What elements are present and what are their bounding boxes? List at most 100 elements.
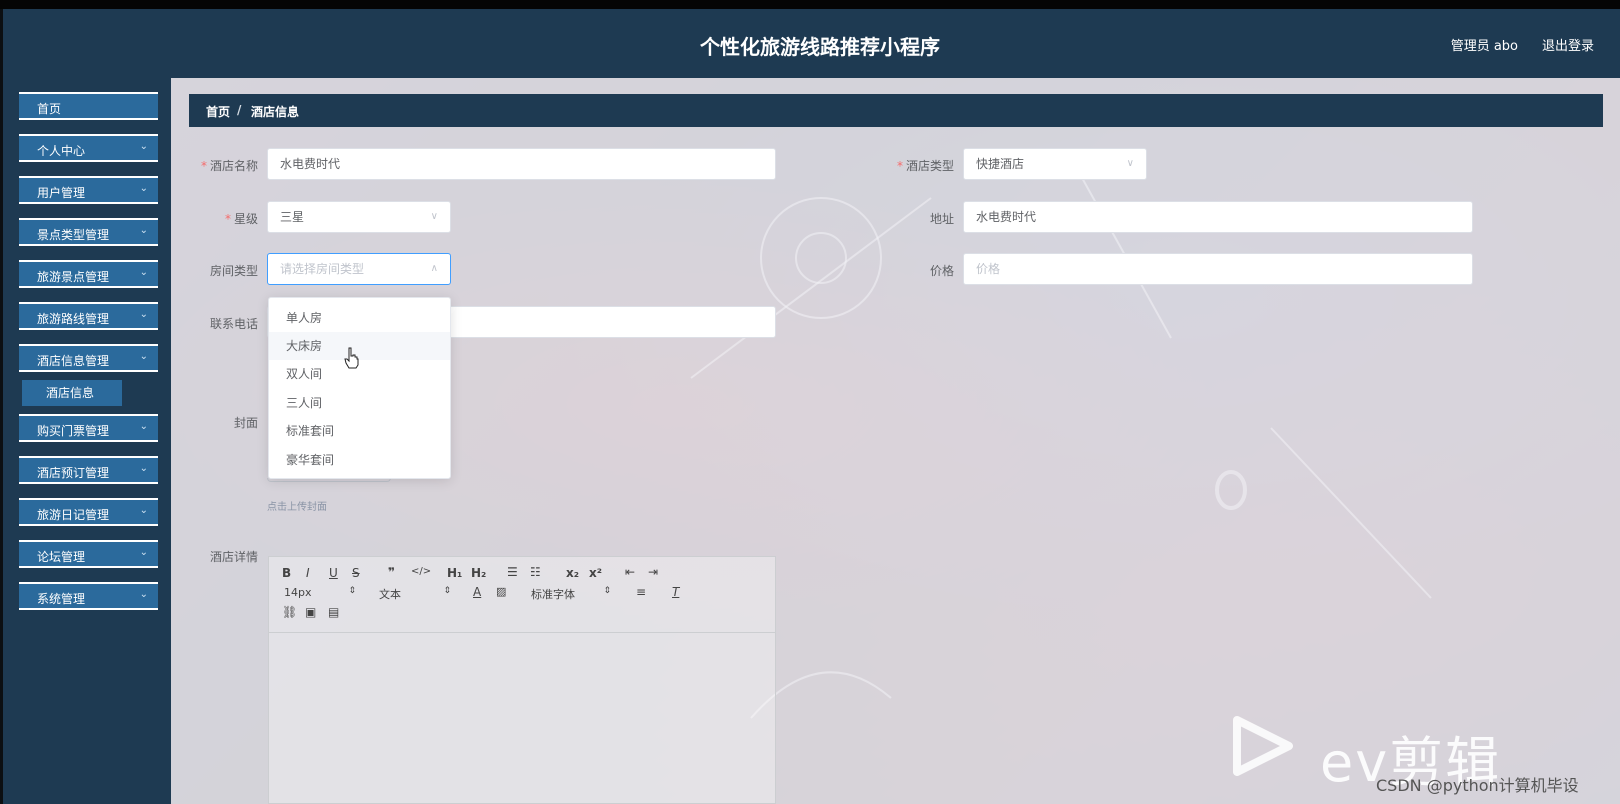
logout-link[interactable]: 退出登录 (1542, 35, 1594, 54)
star-label: * 星级 (190, 210, 258, 227)
indent-icon[interactable]: ⇥ (648, 565, 658, 579)
sidebar-item-forum-management[interactable]: 论坛管理 ⌄ (19, 536, 158, 572)
label-text: 酒店类型 (905, 159, 954, 173)
heading2-icon[interactable]: H₂ (471, 566, 486, 580)
chevron-down-icon: ∨ (1126, 158, 1134, 169)
underline-icon[interactable]: U (329, 566, 338, 580)
chevron-down-icon: ⌄ (139, 505, 148, 516)
hotel-type-select[interactable]: 快捷酒店 ∨ (963, 148, 1147, 180)
breadcrumb-current: 酒店信息 (251, 105, 300, 119)
star-value: 三星 (280, 210, 305, 224)
sidebar-item-attraction-type-management[interactable]: 景点类型管理 ⌄ (19, 214, 158, 250)
image-icon[interactable]: ▣ (305, 605, 316, 619)
bold-icon[interactable]: B (282, 566, 291, 580)
chevron-down-icon: ⌄ (139, 225, 148, 236)
sidebar-item-label: 购买门票管理 (37, 424, 110, 438)
sidebar-item-personal-center[interactable]: 个人中心 ⌄ (19, 130, 158, 166)
sidebar-item-label: 首页 (37, 102, 62, 116)
hotel-name-label: * 酒店名称 (190, 157, 258, 174)
top-black-bar (0, 0, 1620, 9)
sidebar-item-label: 旅游日记管理 (37, 508, 110, 522)
chevron-down-icon: ⌄ (139, 589, 148, 600)
app-title: 个性化旅游线路推荐小程序 (700, 35, 940, 59)
sidebar-item-user-management[interactable]: 用户管理 ⌄ (19, 172, 158, 208)
breadcrumb-home[interactable]: 首页 (206, 103, 230, 120)
font-size-select[interactable]: 14px ⇕ (284, 586, 356, 600)
details-label: 酒店详情 (209, 550, 258, 564)
sidebar-item-label: 用户管理 (37, 186, 86, 200)
chevron-down-icon: ⌄ (139, 309, 148, 320)
sidebar-item-label: 酒店信息管理 (37, 354, 110, 368)
hotel-name-input[interactable]: 水电费时代 (267, 148, 776, 180)
align-icon[interactable]: ≡ (636, 585, 646, 599)
admin-name: 管理员 abo (1450, 39, 1518, 54)
address-label: 地址 (929, 212, 954, 226)
sidebar-item-diary-management[interactable]: 旅游日记管理 ⌄ (19, 494, 158, 530)
code-block-icon[interactable]: </> (411, 566, 431, 577)
chevron-down-icon: ∨ (430, 211, 438, 222)
sidebar-subitem-hotel-info[interactable]: 酒店信息 (22, 380, 122, 406)
room-type-placeholder: 请选择房间类型 (280, 262, 365, 276)
phone-label: 联系电话 (209, 317, 258, 331)
dropdown-option-standard-suite[interactable]: 标准套间 (269, 417, 450, 445)
outdent-icon[interactable]: ⇤ (625, 565, 635, 579)
chevron-down-icon: ⌄ (139, 183, 148, 194)
price-label: 价格 (929, 264, 954, 278)
heading1-icon[interactable]: H₁ (447, 566, 462, 580)
background-color-icon[interactable]: ▨ (496, 585, 506, 598)
font-color-icon[interactable]: A (473, 585, 481, 599)
sidebar: 首页 个人中心 ⌄ 用户管理 ⌄ 景点类型管理 ⌄ 旅游景点管理 ⌄ 旅游路线管理 ⌄ 酒… (0, 78, 171, 804)
room-type-label: 房间类型 (209, 264, 258, 278)
chevron-down-icon: ⌄ (139, 141, 148, 152)
clear-format-icon[interactable]: T (672, 585, 679, 599)
sidebar-item-home[interactable]: 首页 (19, 88, 158, 124)
link-icon[interactable]: ⛓ (282, 605, 297, 619)
ordered-list-icon[interactable]: ☰ (507, 565, 518, 579)
chevron-down-icon: ⌄ (139, 267, 148, 278)
sidebar-item-hotel-info-management[interactable]: 酒店信息管理 ⌄ (19, 340, 158, 376)
star-select[interactable]: 三星 ∨ (267, 201, 451, 233)
editor-toolbar: B I U S ❞ </> H₁ H₂ ☰ ☷ x₂ x² ⇤ ⇥ 14px ⇕ … (269, 557, 775, 633)
sidebar-item-attraction-management[interactable]: 旅游景点管理 ⌄ (19, 256, 158, 292)
sidebar-item-hotel-booking-management[interactable]: 酒店预订管理 ⌄ (19, 452, 158, 488)
required-mark: * (200, 159, 207, 173)
header: 个性化旅游线路推荐小程序 管理员 abo 退出登录 (0, 9, 1620, 78)
superscript-icon[interactable]: x² (589, 566, 602, 580)
sidebar-item-label: 论坛管理 (37, 550, 86, 564)
sidebar-item-system-management[interactable]: 系统管理 ⌄ (19, 578, 158, 614)
sidebar-item-label: 景点类型管理 (37, 228, 110, 242)
subscript-icon[interactable]: x₂ (566, 566, 579, 580)
blockquote-icon[interactable]: ❞ (388, 565, 395, 579)
hotel-type-value: 快捷酒店 (976, 157, 1025, 171)
label-text: 酒店名称 (209, 159, 258, 173)
text-type-select[interactable]: 文本 ⇕ (379, 586, 451, 601)
font-size-value: 14px (284, 586, 312, 599)
sort-arrows-icon: ⇕ (443, 586, 451, 596)
price-input[interactable]: 价格 (963, 253, 1473, 285)
dropdown-option-single[interactable]: 单人房 (269, 304, 450, 332)
dropdown-option-luxury-suite[interactable]: 豪华套间 (269, 446, 450, 474)
sort-arrows-icon: ⇕ (603, 586, 611, 596)
label-text: 星级 (233, 212, 258, 226)
cover-label: 封面 (233, 416, 258, 430)
rich-text-editor[interactable]: B I U S ❞ </> H₁ H₂ ☰ ☷ x₂ x² ⇤ ⇥ 14px ⇕ … (268, 556, 776, 804)
breadcrumb-separator: / (237, 103, 242, 117)
required-mark: * (896, 159, 903, 173)
room-type-select[interactable]: 请选择房间类型 ∧ (267, 253, 451, 285)
sidebar-item-label: 系统管理 (37, 592, 86, 606)
font-family-select[interactable]: 标准字体 ⇕ (531, 586, 611, 601)
video-icon[interactable]: ▤ (328, 605, 339, 619)
sidebar-item-ticket-management[interactable]: 购买门票管理 ⌄ (19, 410, 158, 446)
strikethrough-icon[interactable]: S (352, 566, 360, 580)
italic-icon[interactable]: I (306, 566, 310, 580)
upload-cover-hint[interactable]: 点击上传封面 (267, 498, 327, 513)
breadcrumb: 首页 / 酒店信息 (189, 94, 1603, 127)
sidebar-item-label: 酒店预订管理 (37, 466, 110, 480)
hotel-type-label: * 酒店类型 (886, 157, 954, 174)
dropdown-option-triple[interactable]: 三人间 (269, 389, 450, 417)
address-input[interactable]: 水电费时代 (963, 201, 1473, 233)
bullet-list-icon[interactable]: ☷ (530, 565, 541, 579)
chevron-down-icon: ⌄ (139, 351, 148, 362)
sidebar-item-route-management[interactable]: 旅游路线管理 ⌄ (19, 298, 158, 334)
sort-arrows-icon: ⇕ (348, 586, 356, 596)
